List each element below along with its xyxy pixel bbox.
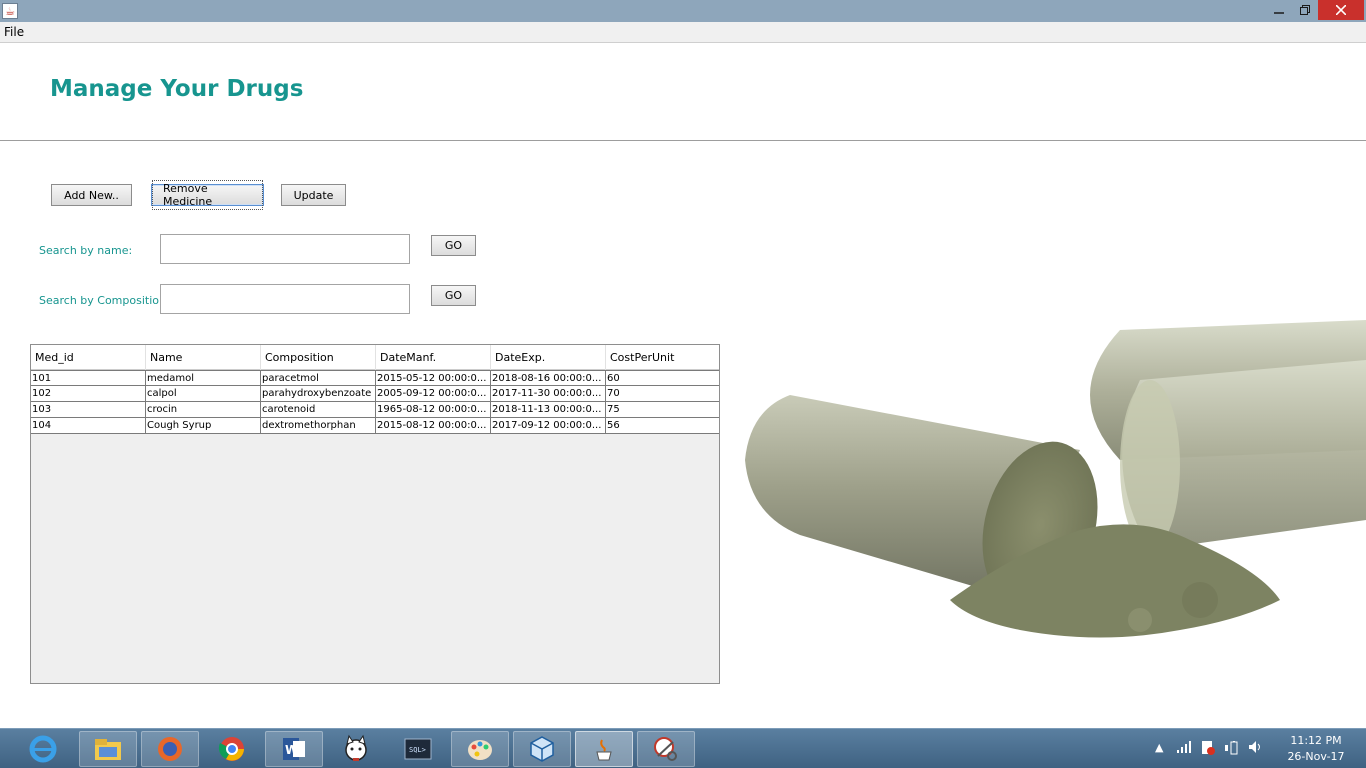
show-hidden-icons-icon[interactable]: ▲ — [1155, 741, 1163, 754]
table-cell: 2017-11-30 00:00:0... — [491, 386, 606, 401]
column-header[interactable]: DateManf. — [376, 345, 491, 370]
chrome-icon[interactable] — [203, 731, 261, 767]
table-cell: carotenoid — [261, 402, 376, 417]
column-header[interactable]: Composition — [261, 345, 376, 370]
table-cell: 2018-11-13 00:00:0... — [491, 402, 606, 417]
clock-date: 26-Nov-17 — [1287, 750, 1345, 763]
table-cell: crocin — [146, 402, 261, 417]
capsule-image — [720, 300, 1366, 700]
menu-file[interactable]: File — [4, 25, 24, 39]
internet-explorer-icon[interactable] — [14, 731, 72, 767]
table-cell: 2015-08-12 00:00:0... — [376, 418, 491, 433]
search-name-input[interactable] — [160, 234, 410, 264]
paint-icon[interactable] — [451, 731, 509, 767]
taskbar: W SQL> ▲ 11:12 PM 26-Nov-17 — [0, 728, 1366, 768]
search-composition-input[interactable] — [160, 284, 410, 314]
virtualbox-icon[interactable] — [513, 731, 571, 767]
update-button[interactable]: Update — [281, 184, 346, 206]
table-row[interactable]: 103 crocin carotenoid 1965-08-12 00:00:0… — [31, 402, 719, 418]
search-name-label: Search by name: — [39, 244, 133, 257]
column-header[interactable]: DateExp. — [491, 345, 606, 370]
firefox-icon[interactable] — [141, 731, 199, 767]
table-cell: 56 — [607, 420, 620, 431]
table-cell: 2005-09-12 00:00:0... — [376, 386, 491, 401]
svg-text:SQL>: SQL> — [409, 746, 426, 754]
minimize-icon — [1274, 12, 1284, 14]
menu-bar: File — [0, 22, 1366, 43]
medicine-table[interactable]: Med_id Name Composition DateManf. DateEx… — [30, 344, 720, 684]
search-composition-go-button[interactable]: GO — [431, 285, 476, 306]
remove-medicine-button[interactable]: Remove Medicine — [151, 180, 264, 210]
clock-time: 11:12 PM — [1290, 734, 1342, 747]
window-titlebar: ☕ — [0, 0, 1366, 22]
page-title: Manage Your Drugs — [50, 76, 304, 102]
restore-button[interactable] — [1292, 0, 1318, 20]
table-cell: 2018-08-16 00:00:0... — [491, 371, 606, 386]
table-cell: 70 — [607, 388, 620, 399]
column-header[interactable]: CostPerUnit — [606, 345, 719, 370]
table-cell: paracetmol — [261, 371, 376, 386]
table-cell: 102 — [31, 386, 146, 401]
add-new-button[interactable]: Add New.. — [51, 184, 132, 206]
table-cell: 2015-05-12 00:00:0... — [376, 371, 491, 386]
table-cell: dextromethorphan — [261, 418, 376, 433]
search-composition-label: Search by Composition: — [39, 294, 170, 307]
table-row[interactable]: 102 calpol parahydroxybenzoate 2005-09-1… — [31, 386, 719, 402]
table-row[interactable]: 104 Cough Syrup dextromethorphan 2015-08… — [31, 418, 719, 434]
table-cell: 75 — [607, 404, 620, 415]
cat-app-icon[interactable] — [327, 731, 385, 767]
remove-medicine-label: Remove Medicine — [152, 180, 263, 210]
taskbar-clock[interactable]: 11:12 PM 26-Nov-17 — [1276, 733, 1356, 765]
minimize-button[interactable] — [1266, 0, 1292, 20]
table-cell: medamol — [146, 371, 261, 386]
network-icon[interactable] — [1177, 741, 1191, 756]
search-name-go-button[interactable]: GO — [431, 235, 476, 256]
table-cell: 103 — [31, 402, 146, 417]
column-header[interactable]: Name — [146, 345, 261, 370]
table-cell: Cough Syrup — [146, 418, 261, 433]
table-cell: calpol — [146, 386, 261, 401]
table-header: Med_id Name Composition DateManf. DateEx… — [31, 345, 719, 370]
volume-icon[interactable] — [1249, 741, 1263, 756]
action-center-icon[interactable] — [1201, 741, 1215, 758]
table-cell: 101 — [31, 371, 146, 386]
word-icon[interactable]: W — [265, 731, 323, 767]
sql-terminal-icon[interactable]: SQL> — [389, 731, 447, 767]
file-explorer-icon[interactable] — [79, 731, 137, 767]
svg-text:W: W — [285, 743, 298, 757]
table-cell: 2017-09-12 00:00:0... — [491, 418, 606, 433]
close-button[interactable] — [1318, 0, 1364, 20]
column-header[interactable]: Med_id — [31, 345, 146, 370]
header-panel: Manage Your Drugs — [0, 43, 1366, 141]
table-cell: 104 — [31, 418, 146, 433]
java-icon[interactable] — [575, 731, 633, 767]
table-cell: 1965-08-12 00:00:0... — [376, 402, 491, 417]
table-row[interactable]: 101 medamol paracetmol 2015-05-12 00:00:… — [31, 370, 719, 386]
battery-icon[interactable] — [1225, 741, 1241, 758]
table-body: 101 medamol paracetmol 2015-05-12 00:00:… — [31, 370, 719, 434]
restore-icon — [1300, 5, 1310, 15]
table-cell: parahydroxybenzoate — [261, 386, 376, 401]
table-cell: 60 — [607, 373, 620, 384]
java-coffee-icon[interactable]: ☕ — [2, 3, 18, 19]
snipping-tool-icon[interactable] — [637, 731, 695, 767]
close-icon — [1336, 5, 1346, 15]
